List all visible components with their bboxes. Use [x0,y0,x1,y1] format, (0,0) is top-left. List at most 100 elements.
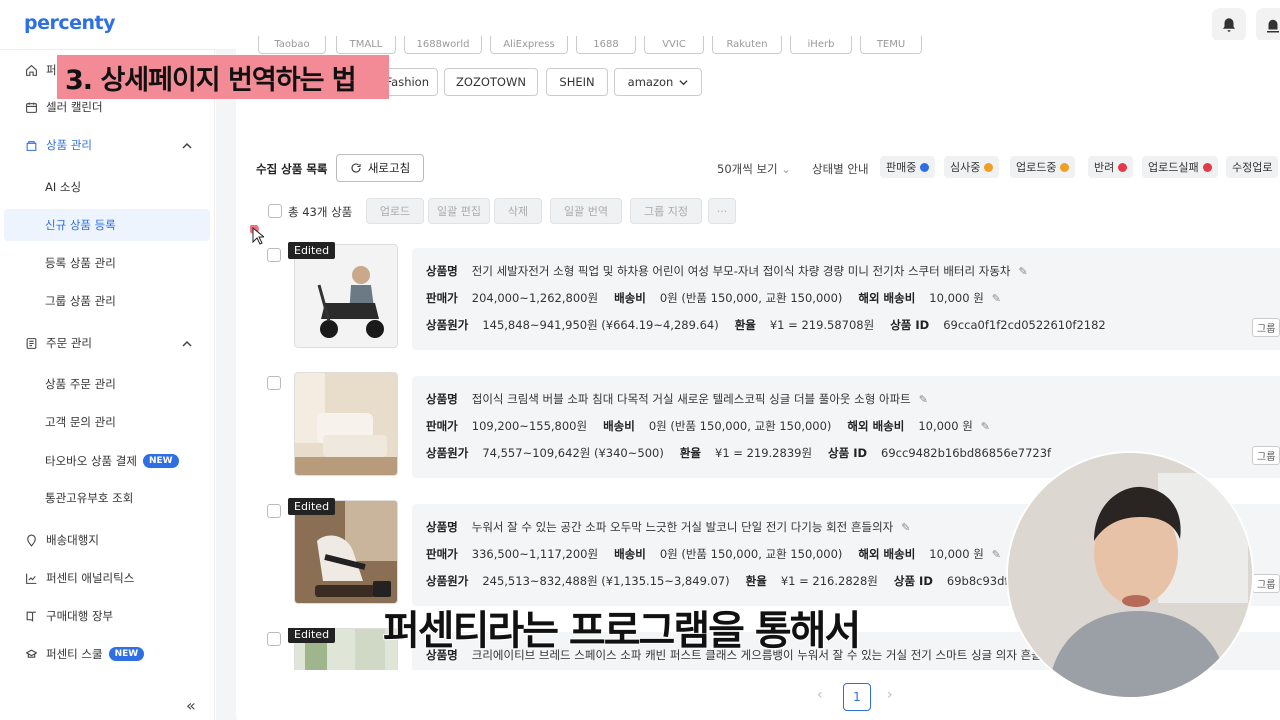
source-chip-amazon[interactable]: amazon [614,68,702,96]
shipping-fee: 0원 (반품 150,000, 교환 150,000) [648,419,832,433]
school-icon [24,647,38,661]
chart-icon [24,571,38,585]
pencil-icon[interactable]: ✎ [992,548,1001,561]
product-thumbnail[interactable] [294,500,398,604]
source-chip[interactable]: AliExpress [490,36,568,54]
next-page-icon[interactable]: › [887,687,893,703]
pencil-icon[interactable]: ✎ [919,393,928,406]
source-chip-shein[interactable]: SHEIN [546,68,608,96]
sidebar-item-label: 배송대행지 [46,533,99,547]
field-label: 환율 [734,318,756,332]
group-tag[interactable]: 그룹 [1252,318,1280,337]
pencil-icon[interactable]: ✎ [981,420,990,433]
sidebar-item-calendar[interactable]: 셀러 캘린더 [24,97,103,117]
row-checkbox[interactable] [267,248,281,262]
sidebar-item-customs-code[interactable]: 통관고유부호 조회 [45,488,133,508]
bulk-edit-button[interactable]: 일괄 편집 [428,198,490,224]
group-assign-button[interactable]: 그룹 지정 [630,198,702,224]
pin-icon [24,533,38,547]
overseas-shipping: 10,000 원 [929,291,984,305]
chevron-up-icon[interactable] [182,141,192,151]
field-label: 환율 [745,574,767,588]
status-chip-edit-upload[interactable]: 수정업로 [1226,156,1279,178]
per-page-select[interactable]: 50개씩 보기 ⌄ [717,161,791,177]
field-label: 상품명 [426,392,458,406]
sidebar-item-ledger[interactable]: 구매대행 장부 [24,606,113,626]
status-chip-review[interactable]: 심사중 [944,156,1000,178]
more-button[interactable]: ··· [708,198,736,224]
product-row: Edited 상품명 전기 세발자전거 소형 픽업 및 하차용 어린이 여성 부모… [256,242,1280,354]
mouse-cursor-icon [250,225,264,245]
collapse-sidebar-icon[interactable]: « [186,696,196,715]
row-checkbox[interactable] [267,376,281,390]
edited-badge: Edited [288,628,336,643]
status-label: 업로드실패 [1148,161,1199,174]
status-chip-rejected[interactable]: 반려 [1088,156,1134,178]
select-all-checkbox[interactable] [268,204,282,218]
group-tag[interactable]: 그룹 [1252,574,1280,593]
sidebar-item-taobao-payment[interactable]: 타오바오 상품 결제 NEW [45,451,179,471]
product-thumbnail[interactable] [294,372,398,476]
sidebar-item-new-product[interactable]: 신규 상품 등록 [45,215,116,235]
cost-price: 74,557~109,642원 (¥340~500) [482,446,664,460]
chip-label: amazon [627,75,674,89]
pencil-icon[interactable]: ✎ [992,292,1001,305]
source-chip[interactable]: TMALL [336,36,396,54]
sidebar-item-group-products[interactable]: 그룹 상품 관리 [45,291,116,311]
source-chip[interactable]: 1688 [576,36,636,54]
refresh-button[interactable]: 새로고침 [336,154,424,182]
sidebar-item-customer-inquiries[interactable]: 고객 문의 관리 [45,412,116,432]
sidebar-item-analytics[interactable]: 퍼센티 애널리틱스 [24,568,134,588]
sidebar-item-order-management[interactable]: 주문 관리 [24,333,92,353]
pencil-icon[interactable]: ✎ [1018,265,1027,278]
sidebar-item-ai-sourcing[interactable]: AI 소싱 [45,177,81,197]
source-chip-zozotown[interactable]: ZOZOTOWN [444,68,538,96]
source-chip[interactable]: Taobao [258,36,326,54]
field-label: 상품 ID [828,446,868,460]
field-label: 상품 ID [893,574,933,588]
chevron-down-icon [679,79,688,85]
cost-price: 145,848~941,950원 (¥664.19~4,289.64) [482,318,719,332]
exchange-rate: ¥1 = 216.2828원 [780,574,878,588]
source-chip[interactable]: 1688world [404,36,482,54]
upload-button[interactable]: 업로드 [366,198,424,224]
page-button-current[interactable]: 1 [843,683,871,711]
list-title: 수집 상품 목록 [256,162,328,176]
status-chip-uploading[interactable]: 업로드중 [1010,156,1076,178]
sale-price: 204,000~1,262,800원 [471,291,599,305]
logo[interactable]: percenty [24,12,116,34]
delete-button[interactable]: 삭제 [494,198,542,224]
status-chip-upload-failed[interactable]: 업로드실패 [1142,156,1218,178]
bulk-translate-button[interactable]: 일괄 번역 [550,198,622,224]
sidebar-item-forwarding[interactable]: 배송대행지 [24,530,99,550]
siren-icon [1267,19,1279,33]
field-label: 상품 ID [890,318,930,332]
product-name: 접이식 크림색 버블 소파 침대 다목적 거실 새로운 텔레스코픽 싱글 더블 … [471,392,911,406]
chevron-up-icon[interactable] [182,339,192,349]
prev-page-icon[interactable]: ‹ [817,687,823,703]
sidebar-item-label: AI 소싱 [45,180,82,194]
sidebar-item-product-orders[interactable]: 상품 주문 관리 [45,374,116,394]
row-checkbox[interactable] [267,632,281,646]
group-tag[interactable]: 그룹 [1252,446,1280,465]
source-chip[interactable]: VVIC [644,36,704,54]
status-chip-selling[interactable]: 판매중 [880,156,936,178]
notification-button[interactable] [1212,8,1246,42]
sofa-bed-image [295,373,397,475]
source-chip[interactable]: Rakuten [712,36,782,54]
price-line: 판매가 109,200~155,800원 배송비 0원 (반품 150,000, 교환… [426,418,990,434]
source-chip[interactable]: iHerb [790,36,852,54]
alert-button[interactable] [1256,8,1280,42]
row-checkbox[interactable] [267,504,281,518]
field-label: 해외 배송비 [858,291,916,305]
sidebar-item-registered-products[interactable]: 등록 상품 관리 [45,253,116,273]
source-chip[interactable]: TEMU [860,36,922,54]
sidebar-item-school[interactable]: 퍼센티 스쿨 NEW [24,644,145,664]
product-thumbnail[interactable] [294,244,398,348]
sidebar-item-label: 셀러 캘린더 [46,100,103,114]
sidebar-item-label: 통관고유부호 조회 [45,491,134,505]
order-icon [24,336,38,350]
sidebar-item-product-management[interactable]: 상품 관리 [24,135,92,155]
bell-icon [1223,18,1235,32]
pencil-icon[interactable]: ✎ [901,521,910,534]
